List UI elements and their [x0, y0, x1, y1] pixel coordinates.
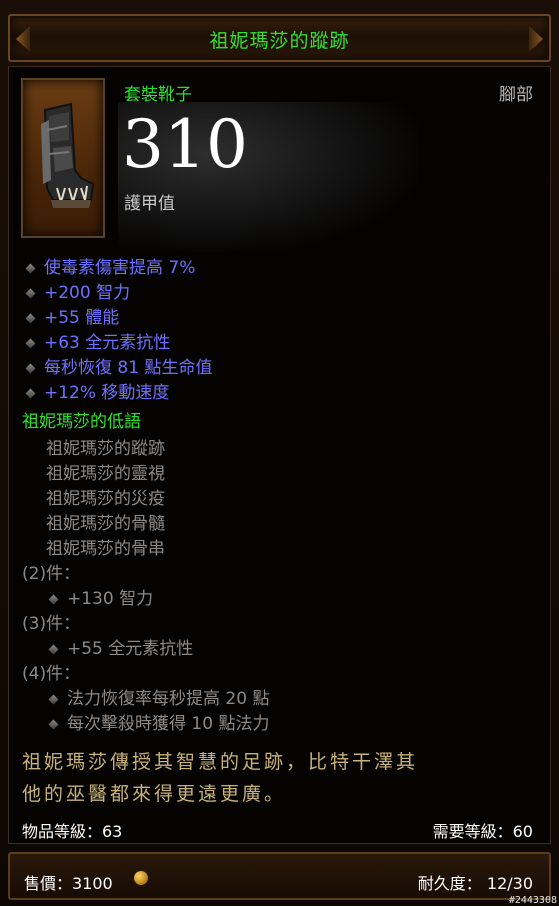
item-icon-frame — [21, 78, 105, 238]
gold-coin-icon — [134, 871, 148, 885]
item-type: 套裝靴子 — [124, 85, 192, 105]
title-bar: 祖妮瑪莎的蹤跡 — [8, 14, 551, 62]
item-level: 物品等級：63 — [22, 822, 123, 841]
sell-price: 售價：3100 — [24, 874, 113, 893]
stat-line: 使毒素傷害提高 7% — [44, 258, 196, 278]
stat-line: +63 全元素抗性 — [44, 333, 171, 353]
boots-icon — [41, 102, 95, 208]
set-piece: 祖妮瑪莎的災疫 — [46, 489, 165, 509]
set-bonus-label: (3)件： — [22, 614, 81, 634]
durability: 耐久度： 12/30 — [417, 874, 533, 893]
set-piece: 祖妮瑪莎的骨串 — [46, 539, 165, 559]
stat-line: +55 體能 — [44, 308, 120, 328]
armor-label: 護甲值 — [124, 194, 175, 214]
armor-value: 310 — [122, 106, 248, 183]
item-name: 祖妮瑪莎的蹤跡 — [209, 30, 350, 52]
stat-line: +200 智力 — [44, 283, 131, 303]
item-slot: 腳部 — [499, 85, 533, 105]
set-bonus-label: (2)件： — [22, 564, 81, 584]
set-bonus-label: (4)件： — [22, 664, 81, 684]
set-bonus-effect: 法力恢復率每秒提高 20 點 — [67, 689, 270, 709]
set-piece: 祖妮瑪莎的骨髓 — [46, 514, 165, 534]
set-piece: 祖妮瑪莎的蹤跡 — [46, 439, 165, 459]
flavor-line: 他的巫醫都來得更遠更廣。 — [22, 783, 287, 805]
required-level: 需要等級：60 — [432, 822, 533, 841]
footer-bar: 售價：3100 耐久度： 12/30 — [8, 852, 551, 900]
stat-line: 每秒恢復 81 點生命值 — [44, 358, 213, 378]
set-name: 祖妮瑪莎的低語 — [22, 412, 141, 432]
watermark: #2443308 — [508, 895, 557, 906]
stat-line: +12% 移動速度 — [44, 383, 170, 403]
set-bonus-effect: +130 智力 — [67, 589, 154, 609]
set-bonus-effect: 每次擊殺時獲得 10 點法力 — [67, 714, 270, 734]
set-piece: 祖妮瑪莎的靈視 — [46, 464, 165, 484]
flavor-text: 祖妮瑪莎傳授其智慧的足跡，比特干澤其 他的巫醫都來得更遠更廣。 — [22, 746, 542, 810]
set-bonus-effect: +55 全元素抗性 — [67, 639, 194, 659]
flavor-line: 祖妮瑪莎傳授其智慧的足跡，比特干澤其 — [22, 751, 419, 773]
